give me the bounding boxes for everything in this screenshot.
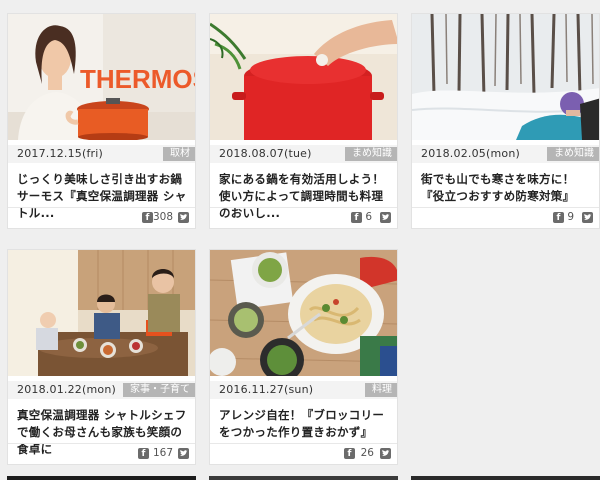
facebook-share-count: 26 [360,447,374,459]
article-thumbnail[interactable]: THERMOS [8,14,196,140]
article-card[interactable]: THERMOS 2017.12.15(fri) 取材 じっくり美味しさ引き出すお… [7,13,196,229]
next-row-thumbnail-edge [209,476,398,480]
category-badge[interactable]: 取材 [163,147,195,161]
next-row-thumbnail-edge [411,476,600,480]
article-meta: 2018.02.05(mon) まめ知識 [412,145,599,163]
article-date: 2016.11.27(sun) [219,383,314,396]
facebook-share-count: 6 [365,211,372,223]
category-badge[interactable]: 料理 [365,383,397,397]
social-bar: f 308 [8,207,195,228]
article-thumbnail[interactable] [8,250,195,376]
facebook-share-count: 9 [567,211,574,223]
facebook-icon[interactable]: f [142,212,153,223]
article-thumbnail[interactable] [210,250,397,376]
article-date: 2018.01.22(mon) [17,383,116,396]
facebook-share-count: 167 [152,447,173,459]
facebook-icon[interactable]: f [553,212,564,223]
thermos-sign: THERMOS [80,64,196,94]
article-card[interactable]: 2016.11.27(sun) 料理 アレンジ自在！『ブロッコリーをつかった作り… [209,249,398,465]
article-thumbnail[interactable] [210,14,397,140]
twitter-icon[interactable] [380,212,391,223]
article-grid: THERMOS 2017.12.15(fri) 取材 じっくり美味しさ引き出すお… [0,0,600,480]
facebook-share-count: 308 [152,211,173,223]
facebook-icon[interactable]: f [344,448,355,459]
social-bar: f 167 [8,443,195,464]
article-card[interactable]: 2018.02.05(mon) まめ知識 街でも山でも寒さを味方に！『役立つおす… [411,13,600,229]
social-bar: f 6 [210,207,397,228]
article-title[interactable]: 街でも山でも寒さを味方に！『役立つおすすめ防寒対策』 [421,171,593,205]
social-bar: f 9 [412,207,599,228]
twitter-icon[interactable] [178,448,189,459]
article-thumbnail[interactable] [412,14,599,140]
article-date: 2018.08.07(tue) [219,147,312,160]
next-row-thumbnail-edge [7,476,196,480]
category-badge[interactable]: まめ知識 [345,147,397,161]
article-meta: 2017.12.15(fri) 取材 [8,145,195,163]
article-meta: 2018.08.07(tue) まめ知識 [210,145,397,163]
twitter-icon[interactable] [178,212,189,223]
article-title[interactable]: アレンジ自在！『ブロッコリーをつかった作り置きおかず』 [219,407,391,441]
article-card[interactable]: 2018.01.22(mon) 家事・子育て 真空保温調理器 シャトルシェフで働… [7,249,196,465]
article-date: 2017.12.15(fri) [17,147,104,160]
social-bar: f 26 [210,443,397,464]
facebook-icon[interactable]: f [351,212,362,223]
twitter-icon[interactable] [582,212,593,223]
facebook-icon[interactable]: f [138,448,149,459]
category-badge[interactable]: まめ知識 [547,147,599,161]
article-meta: 2018.01.22(mon) 家事・子育て [8,381,195,399]
article-date: 2018.02.05(mon) [421,147,520,160]
category-badge[interactable]: 家事・子育て [123,383,195,397]
article-meta: 2016.11.27(sun) 料理 [210,381,397,399]
article-card[interactable]: 2018.08.07(tue) まめ知識 家にある鍋を有効活用しよう！使い方によ… [209,13,398,229]
twitter-icon[interactable] [380,448,391,459]
